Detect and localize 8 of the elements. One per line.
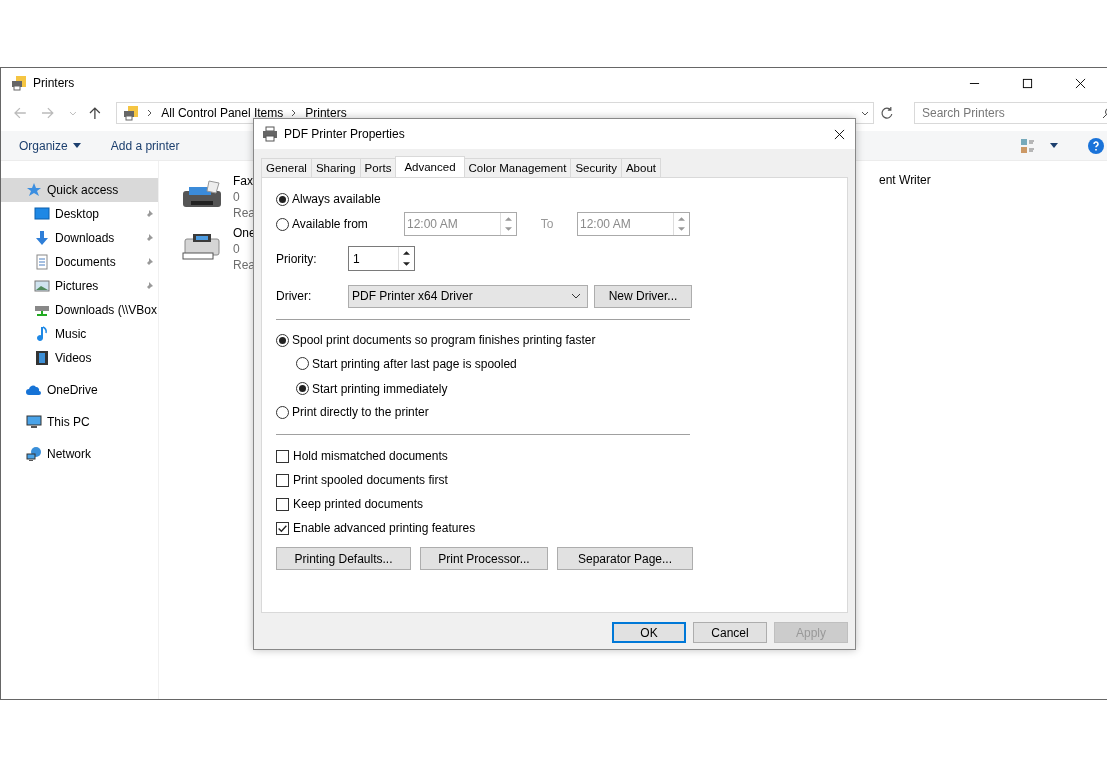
to-label: To [539,217,555,231]
dialog-title: PDF Printer Properties [284,127,405,141]
printer-name: Fax [233,173,254,189]
window-title: Printers [33,76,75,90]
driver-label: Driver: [276,289,313,303]
document-count: 0 [233,241,241,257]
document-count: 0 [233,189,241,205]
priority-label: Priority: [276,251,318,266]
